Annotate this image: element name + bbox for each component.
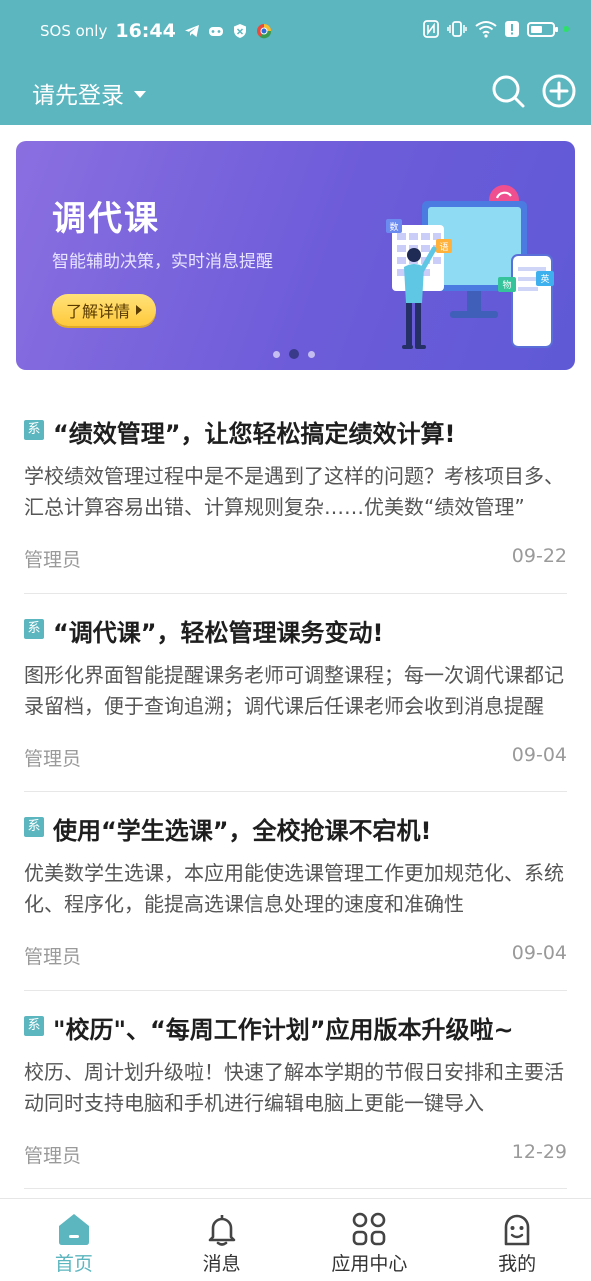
news-date: 09-22 <box>511 545 567 567</box>
news-author: 管理员 <box>24 747 82 770</box>
news-title: “绩效管理”，让您轻松搞定绩效计算! <box>53 420 456 448</box>
news-author: 管理员 <box>24 946 82 968</box>
news-summary: 校历、周计划升级啦！快速了解本学期的节假日安排和主要活动同时支持电脑和手机进行编… <box>24 1059 564 1115</box>
login-dropdown[interactable]: 请先登录 <box>32 76 146 110</box>
carrier-text: SOS only <box>40 22 108 40</box>
profile-icon <box>499 1211 535 1247</box>
alert-icon <box>505 21 519 37</box>
telegram-icon <box>184 25 199 37</box>
privacy-indicator <box>563 26 569 32</box>
carousel-dot[interactable] <box>308 350 315 358</box>
search-icon[interactable] <box>490 73 526 109</box>
news-title: 使用“学生选课”，全校抢课不宕机! <box>53 817 432 845</box>
news-summary: 优美数学生选课，本应用能使选课管理工作更加规范化、系统化、程序化，能提高选课信息… <box>24 861 564 916</box>
carousel-dot[interactable] <box>289 349 299 359</box>
browser-icon <box>256 24 271 39</box>
news-title: “调代课”，轻松管理课务变动! <box>53 618 384 647</box>
clock-time: 16:44 <box>115 20 176 42</box>
illustration-subject-label: 数 <box>389 221 398 233</box>
apps-grid-icon <box>351 1211 387 1247</box>
battery-tip <box>555 26 558 32</box>
news-feed: 系 “绩效管理”，让您轻松搞定绩效计算! 学校绩效管理过程中是不是遇到了这样的问题？… <box>0 395 591 1189</box>
banner-title: 调代课 <box>52 199 160 239</box>
status-left: SOS only 16:44 <box>40 20 272 42</box>
shield-icon <box>233 24 246 38</box>
battery-level <box>531 25 542 33</box>
news-date: 12-29 <box>511 1140 567 1163</box>
news-summary: 学校绩效管理过程中是不是遇到了这样的问题？考核项目多、汇总计算容易出错、计算规则… <box>24 464 564 519</box>
news-tag-badge: 系 <box>24 618 44 639</box>
add-icon[interactable] <box>541 73 577 109</box>
news-summary: 图形化界面智能提醒课务老师可调整课程；每一次调代课都记录留档，便于查询追溯；调代… <box>24 662 564 718</box>
status-right <box>423 20 569 38</box>
tab-bell[interactable]: 消息 <box>148 1199 296 1281</box>
news-date: 09-04 <box>511 743 567 766</box>
learn-more-button[interactable]: 了解详情 <box>52 294 157 326</box>
home-icon <box>56 1211 92 1247</box>
news-author: 管理员 <box>24 1144 82 1167</box>
bell-icon <box>204 1211 240 1247</box>
app-header: SOS only 16:44 请先登录 <box>0 0 591 125</box>
schedule-illustration: 数 语 物 英 <box>386 185 554 349</box>
vibrate-icon <box>447 21 467 37</box>
bottom-tab-bar: 首页 消息 应用中心 我的 <box>0 1198 591 1281</box>
news-tag-badge: 系 <box>24 817 44 837</box>
illustration-subject-label: 物 <box>502 279 511 291</box>
wifi-icon <box>475 21 497 38</box>
news-date: 09-04 <box>511 942 567 964</box>
tab-label: 首页 <box>54 1253 93 1275</box>
play-arrow-icon <box>136 305 143 315</box>
chevron-down-icon <box>134 90 146 98</box>
nfc-icon <box>423 20 439 38</box>
news-tag-badge: 系 <box>24 420 44 440</box>
promo-banner[interactable]: 调代课 智能辅助决策，实时消息提醒 了解详情 数 语 物 英 <box>16 141 575 370</box>
battery-icon <box>527 21 558 37</box>
tab-home[interactable]: 首页 <box>0 1199 148 1281</box>
tab-label: 我的 <box>498 1253 537 1275</box>
learn-more-label: 了解详情 <box>66 302 131 321</box>
news-item[interactable]: 系使用“学生选课”，全校抢课不宕机! 优美数学生选课，本应用能使选课管理工作更加规… <box>0 792 591 991</box>
news-tag-badge: 系 <box>24 1015 44 1036</box>
tab-apps-grid[interactable]: 应用中心 <box>296 1199 444 1281</box>
game-icon <box>208 27 223 36</box>
login-label: 请先登录 <box>32 83 124 109</box>
news-item[interactable]: 系 “绩效管理”，让您轻松搞定绩效计算! 学校绩效管理过程中是不是遇到了这样的问题？… <box>0 395 591 594</box>
carousel-dot[interactable] <box>273 350 280 358</box>
tab-profile[interactable]: 我的 <box>443 1199 591 1281</box>
tab-label: 消息 <box>202 1253 241 1275</box>
illustration-subject-label: 英 <box>540 273 549 285</box>
carousel-dots <box>273 349 315 359</box>
news-author: 管理员 <box>24 549 82 571</box>
banner-subtitle: 智能辅助决策，实时消息提醒 <box>52 252 273 272</box>
illustration-subject-label: 语 <box>439 242 448 253</box>
divider <box>24 1188 567 1189</box>
status-bar: SOS only 16:44 <box>0 0 591 66</box>
tab-label: 应用中心 <box>331 1253 408 1275</box>
news-item[interactable]: 系 “调代课”，轻松管理课务变动! 图形化界面智能提醒课务老师可调整课程；每一次调代… <box>0 594 591 792</box>
news-title: "校历"、“每周工作计划”应用版本升级啦~ <box>53 1015 514 1044</box>
news-item[interactable]: 系 "校历"、“每周工作计划”应用版本升级啦~ 校历、周计划升级啦！快速了解本学期的… <box>0 991 591 1189</box>
